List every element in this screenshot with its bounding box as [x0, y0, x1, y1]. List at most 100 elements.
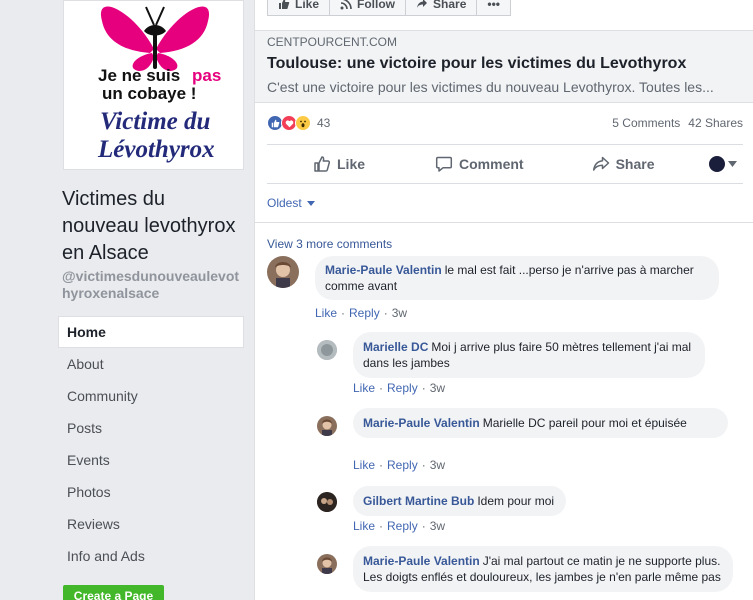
comment-text: Idem pour moi	[477, 494, 555, 508]
link-title: Toulouse: une victoire pour les victimes…	[267, 55, 687, 72]
page-sidebar: Je ne suis pas un cobaye ! Victime du Lé…	[0, 0, 255, 600]
view-more-comments-link[interactable]: View 3 more comments	[267, 237, 392, 251]
share-count[interactable]: 42 Shares	[688, 116, 743, 130]
avatar[interactable]	[317, 554, 337, 574]
comment-time[interactable]: 3w	[430, 519, 445, 533]
comment-reply-link[interactable]: Reply	[387, 458, 418, 472]
nav-item-info-and-ads[interactable]: Info and Ads	[58, 540, 244, 572]
comment-meta: Like · Reply · 3w	[353, 519, 445, 533]
svg-text:Je ne suis: Je ne suis	[98, 66, 180, 85]
nav-item-about[interactable]: About	[58, 348, 244, 380]
comment-bubble: Marielle DC Moi j arrive plus faire 50 mè…	[353, 332, 705, 378]
divider	[255, 222, 753, 223]
share-arrow-icon	[592, 156, 609, 171]
page-like-label: Like	[295, 0, 320, 11]
comment-meta: Like · Reply · 3w	[353, 458, 445, 472]
link-domain: CENTPOURCENT.COM	[267, 35, 398, 49]
nav-item-events[interactable]: Events	[58, 444, 244, 476]
butterfly-logo-icon: Je ne suis pas un cobaye ! Victime du Lé…	[97, 6, 221, 163]
svg-text:Lévothyrox: Lévothyrox	[97, 136, 215, 163]
comment-reply-link[interactable]: Reply	[387, 381, 418, 395]
reaction-icons[interactable]	[267, 115, 311, 131]
separator: ·	[379, 458, 384, 472]
page-nav: Home About Community Posts Events Photos…	[58, 316, 244, 572]
comment-sort-dropdown[interactable]: Oldest	[267, 196, 315, 210]
post-like-button[interactable]: Like	[313, 155, 365, 173]
avatar[interactable]	[317, 340, 337, 360]
nav-item-posts[interactable]: Posts	[58, 412, 244, 444]
post-comment-button[interactable]: Comment	[435, 155, 524, 173]
comment-author[interactable]: Marielle DC	[363, 340, 428, 354]
page-share-button[interactable]: Share	[405, 0, 478, 16]
comment-reply: Marie-Paule Valentin Marielle DC pareil p…	[317, 408, 728, 438]
post-share-label: Share	[615, 156, 655, 172]
separator: ·	[341, 306, 346, 320]
caret-down-icon	[306, 200, 315, 206]
thumbs-up-icon	[314, 156, 331, 172]
share-arrow-icon	[417, 0, 428, 8]
comment-reply-link[interactable]: Reply	[387, 519, 418, 533]
nav-item-photos[interactable]: Photos	[58, 476, 244, 508]
comment-time[interactable]: 3w	[392, 306, 407, 320]
post-share-button[interactable]: Share	[592, 155, 655, 173]
svg-text:pas: pas	[192, 66, 221, 85]
comment-author[interactable]: Gilbert Martine Bub	[363, 494, 474, 508]
comment-like-link[interactable]: Like	[353, 519, 375, 533]
reactions-summary: 43 5 Comments 42 Shares	[267, 112, 743, 134]
create-page-button[interactable]: Create a Page	[63, 585, 164, 600]
comment-count[interactable]: 5 Comments	[612, 116, 680, 130]
wow-reaction-icon	[295, 115, 311, 131]
comment-reply-link[interactable]: Reply	[349, 306, 380, 320]
separator: ·	[383, 306, 388, 320]
avatar[interactable]	[317, 492, 337, 512]
comment-text: Marielle DC pareil pour moi et épuisée	[482, 416, 687, 430]
comment: Marie-Paule Valentin le mal est fait ...p…	[267, 256, 719, 300]
nav-item-community[interactable]: Community	[58, 380, 244, 412]
page-follow-button[interactable]: Follow	[329, 0, 407, 16]
post-like-label: Like	[337, 156, 366, 172]
comment-author[interactable]: Marie-Paule Valentin	[363, 554, 480, 568]
comment-time[interactable]: 3w	[430, 458, 445, 472]
page-follow-label: Follow	[357, 0, 396, 11]
comment-reply: Marielle DC Moi j arrive plus faire 50 mè…	[317, 332, 705, 378]
comment-like-link[interactable]: Like	[353, 381, 375, 395]
page-profile-picture[interactable]: Je ne suis pas un cobaye ! Victime du Lé…	[63, 0, 244, 170]
comment-bubble: Gilbert Martine Bub Idem pour moi	[353, 486, 567, 516]
comment-meta: Like · Reply · 3w	[353, 381, 445, 395]
page-more-button[interactable]: •••	[476, 0, 511, 16]
link-description: C'est une victoire pour les victimes du …	[267, 79, 714, 95]
thumbs-up-icon	[279, 0, 290, 9]
page-title[interactable]: Victimes du nouveau levothyrox en Alsace	[62, 186, 247, 267]
avatar[interactable]	[317, 416, 337, 436]
separator: ·	[379, 519, 384, 533]
nav-item-reviews[interactable]: Reviews	[58, 508, 244, 540]
caret-down-icon	[728, 161, 737, 167]
svg-text:Victime du: Victime du	[100, 108, 211, 135]
post-comment-label: Comment	[459, 156, 524, 172]
post-card: Like Follow Share ••• CENTPOURCENT.COM T…	[255, 0, 753, 600]
page-avatar-small	[709, 156, 725, 172]
post-as-selector[interactable]	[709, 156, 737, 172]
comment-author[interactable]: Marie-Paule Valentin	[363, 416, 480, 430]
page-like-button[interactable]: Like	[267, 0, 331, 16]
comment-bubble: Marie-Paule Valentin J'ai mal partout ce …	[353, 546, 733, 592]
post-stats: 5 Comments 42 Shares	[612, 116, 743, 130]
page-action-bar: Like Follow Share •••	[267, 0, 511, 16]
separator: ·	[379, 381, 384, 395]
separator: ·	[421, 519, 426, 533]
page-handle[interactable]: @victimesdunouveaulevothyroxenalsace	[62, 268, 247, 302]
link-preview[interactable]: CENTPOURCENT.COM Toulouse: une victoire …	[255, 30, 753, 103]
reaction-count[interactable]: 43	[317, 116, 330, 130]
comment-like-link[interactable]: Like	[353, 458, 375, 472]
comment-bubble-icon	[435, 156, 453, 172]
comment-time[interactable]: 3w	[430, 381, 445, 395]
rss-icon	[340, 0, 352, 10]
avatar[interactable]	[267, 256, 299, 288]
nav-item-home[interactable]: Home	[58, 316, 244, 348]
comment-bubble: Marie-Paule Valentin Marielle DC pareil p…	[353, 408, 728, 438]
comment-reply: Marie-Paule Valentin J'ai mal partout ce …	[317, 546, 733, 592]
comment-author[interactable]: Marie-Paule Valentin	[325, 263, 442, 277]
comment-bubble: Marie-Paule Valentin le mal est fait ...p…	[315, 256, 719, 300]
comment-like-link[interactable]: Like	[315, 306, 337, 320]
comment-sort-label: Oldest	[267, 196, 302, 210]
